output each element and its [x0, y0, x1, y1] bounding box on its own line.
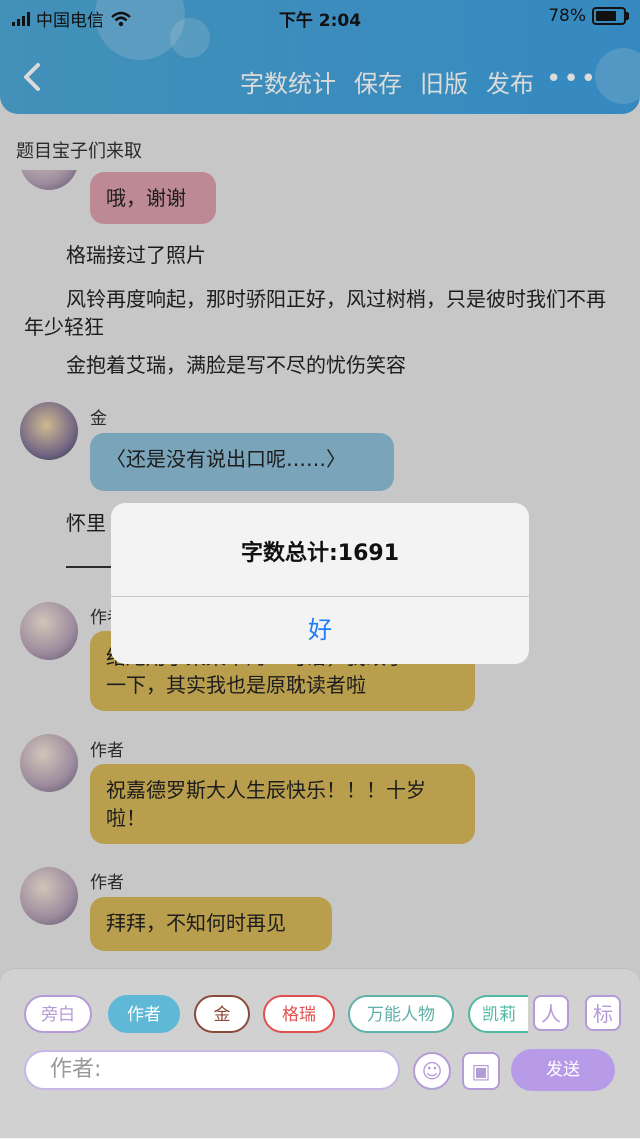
battery-icon: [592, 7, 629, 25]
alert-title: 字数总计:1691: [240, 541, 400, 566]
battery-status: 78%: [548, 6, 629, 26]
clock: 下午 2:04: [278, 11, 362, 31]
image-icon[interactable]: ▣: [462, 1052, 500, 1090]
battery-fill: [596, 11, 617, 21]
role-chip[interactable]: 旁白: [24, 995, 92, 1033]
role-chip[interactable]: 金: [194, 995, 250, 1033]
emoji-icon[interactable]: ☺: [413, 1052, 451, 1090]
alert-ok-button[interactable]: 好: [111, 597, 529, 664]
send-button[interactable]: 发送: [511, 1049, 615, 1091]
status-bar: 中国电信 下午 2:04 78%: [0, 0, 640, 34]
user-icon[interactable]: 人: [533, 995, 569, 1031]
role-chip[interactable]: 格瑞: [263, 995, 335, 1033]
tag-icon[interactable]: 标: [585, 995, 621, 1031]
word-count-alert: 字数总计:1691 好: [111, 503, 529, 664]
battery-percent: 78%: [548, 6, 586, 26]
role-chip[interactable]: 作者: [108, 995, 180, 1033]
message-input[interactable]: 作者:: [24, 1050, 400, 1090]
role-chip[interactable]: 凯莉: [468, 995, 528, 1033]
role-chip[interactable]: 万能人物: [348, 995, 454, 1033]
